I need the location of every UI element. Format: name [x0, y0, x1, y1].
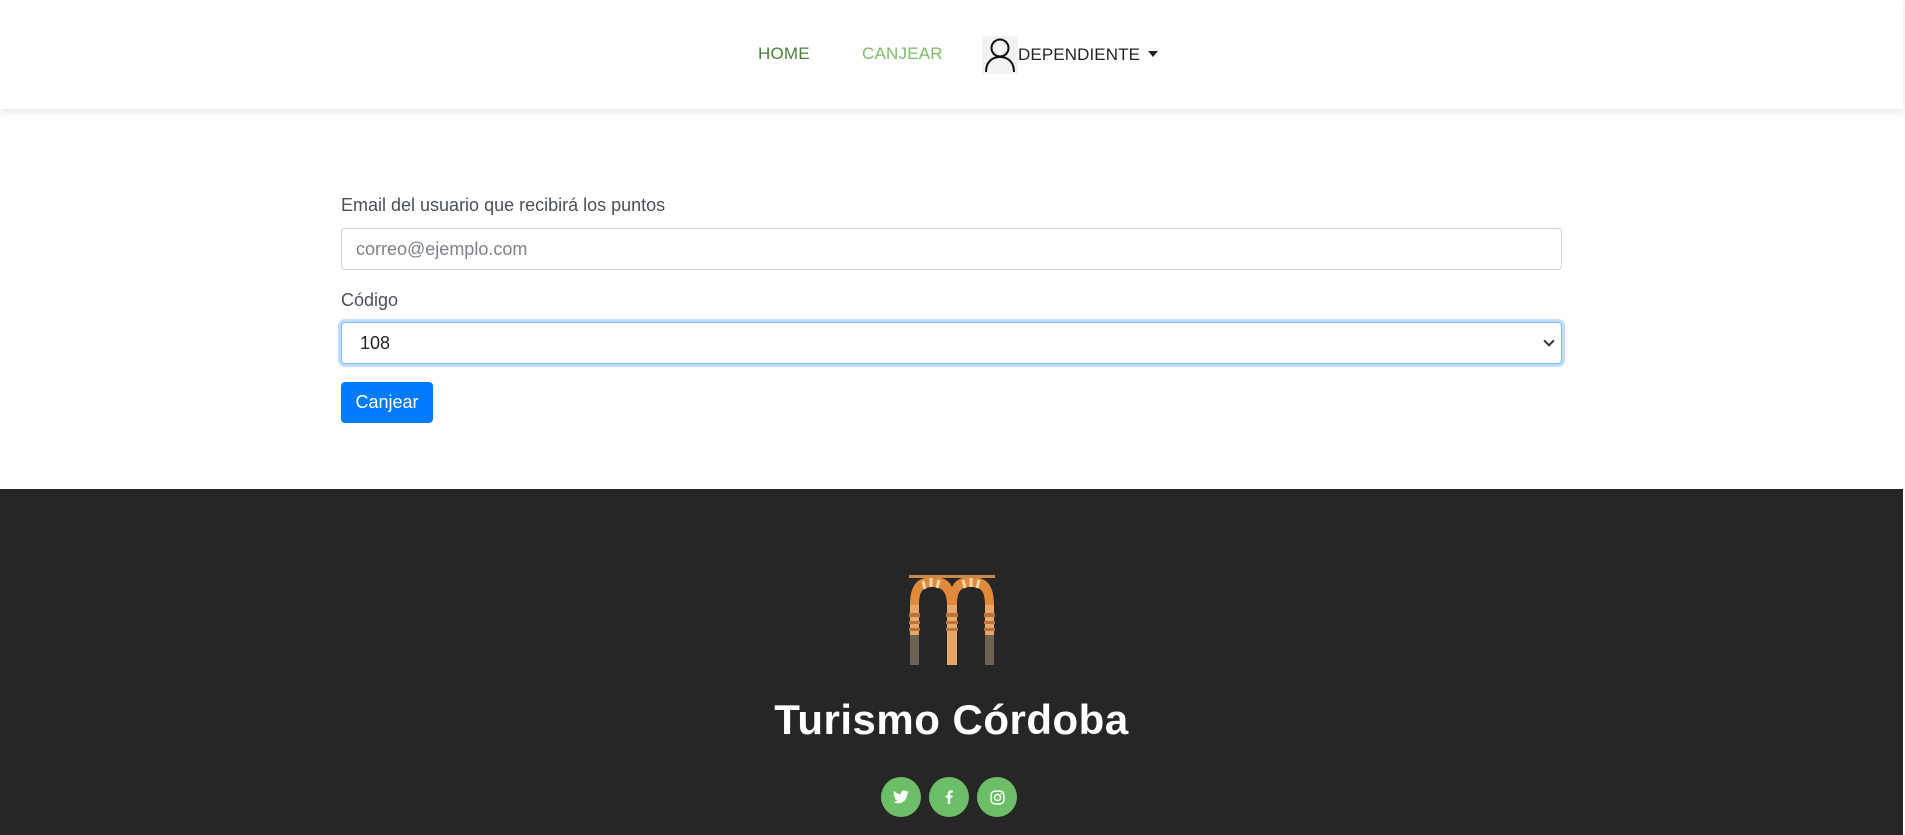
- codigo-label: Código: [341, 290, 399, 310]
- mezquita-arches-logo: [909, 575, 995, 665]
- chevron-down-icon: [1148, 50, 1159, 57]
- top-navbar: HOME CANJEAR DEPENDIENTE: [0, 0, 1903, 109]
- site-footer: Turismo Córdoba: [0, 489, 1903, 835]
- select-chevron-icon: [1543, 335, 1555, 347]
- user-role-label: DEPENDIENTE: [1018, 45, 1141, 64]
- codigo-select[interactable]: 108: [341, 322, 1562, 364]
- footer-brand-title: Turismo Córdoba: [774, 696, 1129, 743]
- nav-canjear-link[interactable]: CANJEAR: [862, 44, 943, 64]
- twitter-icon[interactable]: [881, 777, 921, 817]
- nav-home-link[interactable]: HOME: [758, 44, 810, 64]
- email-label: Email del usuario que recibirá los punto…: [341, 195, 666, 215]
- facebook-icon[interactable]: [929, 777, 969, 817]
- instagram-icon[interactable]: [977, 777, 1017, 817]
- user-avatar-icon: [982, 36, 1018, 74]
- user-dropdown-toggle[interactable]: DEPENDIENTE: [982, 36, 1159, 74]
- canjear-button[interactable]: Canjear: [341, 382, 433, 423]
- codigo-selected-value: 108: [360, 332, 391, 353]
- email-field[interactable]: [341, 228, 1562, 270]
